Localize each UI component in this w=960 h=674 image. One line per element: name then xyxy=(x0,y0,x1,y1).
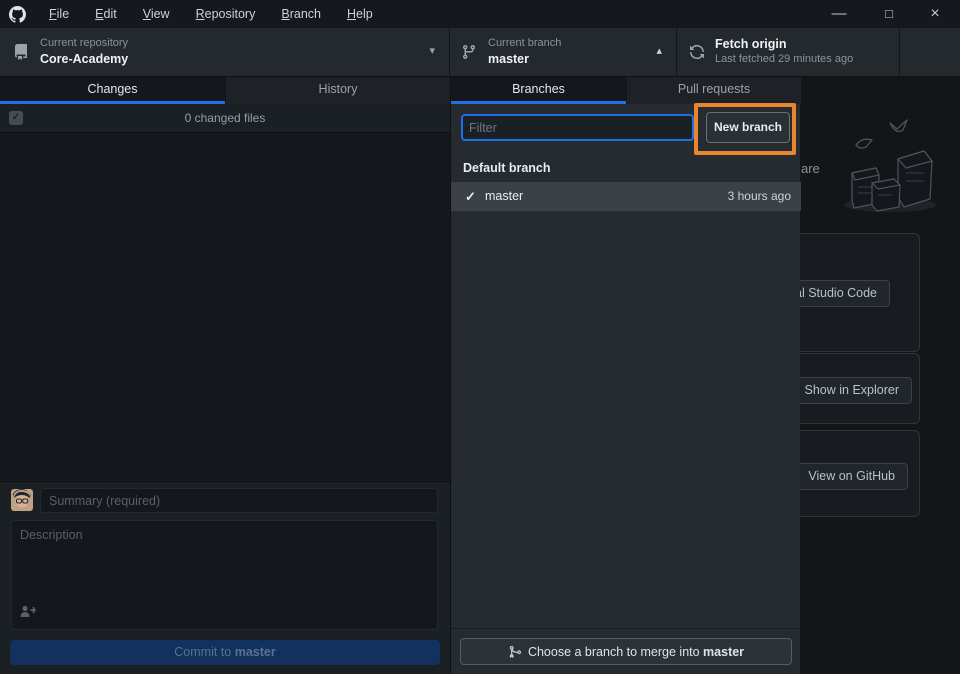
no-changes-page: are sual Studio Code Show in Explorer xyxy=(800,77,960,674)
changes-history-tabs: Changes History xyxy=(0,77,450,104)
commit-form: Commit to master xyxy=(0,481,450,674)
new-branch-button[interactable]: New branch xyxy=(706,112,790,143)
menu-help[interactable]: Help xyxy=(334,0,386,28)
git-merge-icon xyxy=(508,645,522,659)
current-branch-label: Current branch xyxy=(488,36,561,50)
menu-edit[interactable]: Edit xyxy=(82,0,130,28)
current-branch-button[interactable]: Current branch master ▴ xyxy=(450,28,677,76)
changed-files-count: 0 changed files xyxy=(0,104,450,133)
boxes-illustration xyxy=(828,115,950,215)
default-branch-header: Default branch xyxy=(463,155,551,182)
toolbar: Current repository Core-Academy ▾ Curren… xyxy=(0,28,960,77)
tab-branches[interactable]: Branches xyxy=(451,77,626,104)
tab-pull-requests[interactable]: Pull requests xyxy=(626,77,801,104)
chevron-up-icon: ▴ xyxy=(656,44,662,57)
menu-file[interactable]: File xyxy=(36,0,82,28)
current-repository-button[interactable]: Current repository Core-Academy ▾ xyxy=(0,28,450,76)
branch-filter-input[interactable] xyxy=(461,114,694,141)
fetch-status: Last fetched 29 minutes ago xyxy=(715,52,853,66)
titlebar: File Edit View Repository Branch Help — … xyxy=(0,0,960,28)
branch-name: master xyxy=(485,182,523,211)
menu-branch[interactable]: Branch xyxy=(268,0,334,28)
select-all-checkbox[interactable]: ✓ xyxy=(9,111,23,125)
popover-footer: Choose a branch to merge into master xyxy=(451,628,801,674)
branch-filter-row: New branch xyxy=(451,104,801,150)
close-icon[interactable]: × xyxy=(918,0,952,28)
view-on-github-button[interactable]: View on GitHub xyxy=(800,463,908,490)
current-repository-label: Current repository xyxy=(40,36,128,50)
menubar: File Edit View Repository Branch Help xyxy=(36,0,386,28)
commit-description-input[interactable] xyxy=(11,520,438,630)
git-branch-icon xyxy=(461,44,477,60)
tab-history[interactable]: History xyxy=(225,77,450,104)
check-icon: ✓ xyxy=(465,182,476,211)
branch-dropdown-popover: Branches Pull requests New branch Defaul… xyxy=(450,77,800,674)
open-in-editor-button[interactable]: sual Studio Code xyxy=(800,280,890,307)
repo-icon xyxy=(13,44,29,60)
maximize-icon[interactable]: □ xyxy=(872,0,906,28)
toolbar-spacer xyxy=(900,28,960,76)
github-logo-icon xyxy=(9,6,26,23)
current-repository-value: Core-Academy xyxy=(40,51,128,67)
merge-branch-button[interactable]: Choose a branch to merge into master xyxy=(460,638,792,665)
avatar xyxy=(11,489,33,511)
branch-last-commit-time: 3 hours ago xyxy=(728,182,791,211)
page-text-fragment: are xyxy=(801,161,820,176)
menu-view[interactable]: View xyxy=(130,0,183,28)
commit-button[interactable]: Commit to master xyxy=(10,640,440,665)
branch-row-master[interactable]: ✓ master 3 hours ago xyxy=(451,182,801,211)
sync-icon xyxy=(689,44,705,60)
minimize-icon[interactable]: — xyxy=(822,0,856,28)
changed-files-list xyxy=(0,133,450,481)
changes-header: ✓ 0 changed files xyxy=(0,104,450,133)
chevron-down-icon: ▾ xyxy=(429,44,435,57)
menu-repository[interactable]: Repository xyxy=(183,0,269,28)
tab-changes[interactable]: Changes xyxy=(0,77,225,104)
fetch-origin-button[interactable]: Fetch origin Last fetched 29 minutes ago xyxy=(677,28,900,76)
github-desktop-window: File Edit View Repository Branch Help — … xyxy=(0,0,960,674)
show-in-explorer-button[interactable]: Show in Explorer xyxy=(800,377,912,404)
fetch-origin-label: Fetch origin xyxy=(715,36,853,52)
add-co-author-icon[interactable] xyxy=(20,605,36,618)
branches-pullrequests-tabs: Branches Pull requests xyxy=(451,77,801,104)
commit-summary-input[interactable] xyxy=(40,488,438,513)
current-branch-value: master xyxy=(488,51,561,67)
